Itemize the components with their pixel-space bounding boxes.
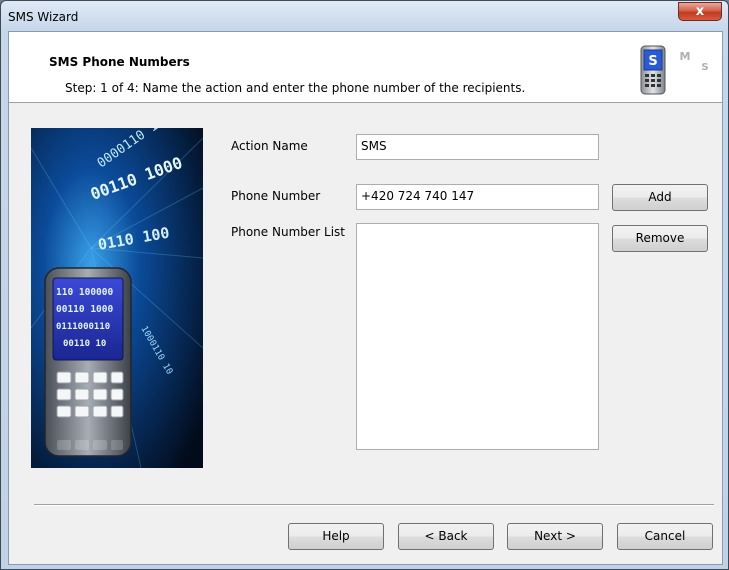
title-bar[interactable]: SMS Wizard x	[1, 1, 728, 31]
screen-line-4: 00110 10	[63, 339, 106, 349]
remove-button[interactable]: Remove	[612, 225, 708, 252]
wizard-header: SMS Phone Numbers Step: 1 of 4: Name the…	[9, 32, 722, 103]
action-name-label: Action Name	[231, 139, 308, 153]
cancel-button[interactable]: Cancel	[617, 523, 713, 550]
sms-phone-logo-icon: S M S	[640, 45, 709, 95]
next-button[interactable]: Next >	[507, 523, 603, 550]
footer-divider	[34, 504, 714, 506]
help-button[interactable]: Help	[288, 523, 384, 550]
page-title: SMS Phone Numbers	[49, 55, 190, 69]
logo-letter-m: M	[680, 50, 691, 63]
screen-line-3: 0111000110	[56, 322, 110, 332]
close-button[interactable]: x	[678, 2, 722, 21]
window-title: SMS Wizard	[8, 10, 79, 24]
phone-number-list[interactable]	[356, 223, 599, 450]
action-name-input[interactable]: SMS	[356, 134, 599, 160]
screen-line-2: 00110 1000	[56, 304, 113, 315]
phone-binary-illustration: 0000110 10 00110 1000 0110 100 1000110 1…	[31, 128, 203, 468]
close-icon: x	[695, 4, 705, 19]
dialog-body: SMS Phone Numbers Step: 1 of 4: Name the…	[8, 31, 723, 565]
back-button[interactable]: < Back	[398, 523, 494, 550]
step-description: Step: 1 of 4: Name the action and enter …	[65, 81, 526, 95]
sms-wizard-window: SMS Wizard x SMS Phone Numbers Step: 1 o…	[0, 0, 729, 570]
phone-number-label: Phone Number	[231, 189, 321, 203]
phone-number-list-label: Phone Number List	[231, 225, 345, 239]
logo-letter-s1: S	[648, 54, 657, 69]
screen-line-1: 110 100000	[56, 287, 113, 298]
add-button[interactable]: Add	[612, 184, 708, 211]
phone-number-input[interactable]: +420 724 740 147	[356, 184, 599, 210]
logo-letter-s2: S	[701, 62, 708, 73]
